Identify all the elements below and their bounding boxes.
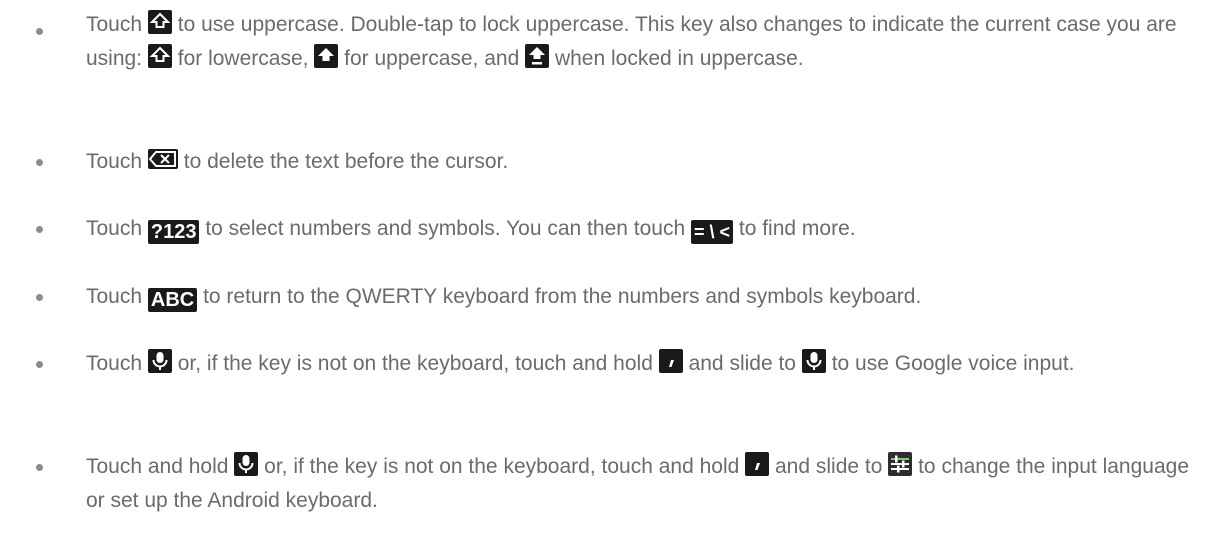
text-segment: Touch (86, 285, 143, 308)
comma-key-icon (658, 349, 683, 373)
microphone-icon (801, 349, 826, 373)
text-segment: for uppercase, and (344, 47, 520, 70)
comma-key-icon (745, 452, 770, 476)
text-segment: to delete the text before the cursor. (183, 150, 509, 173)
text-segment: to select numbers and symbols. You can t… (205, 217, 686, 240)
text-segment: Touch (86, 352, 143, 375)
text-segment: and slide to (774, 455, 883, 478)
text-segment: when locked in uppercase. (554, 47, 804, 70)
text-segment: to return to the QWERTY keyboard from th… (203, 285, 922, 308)
more-symbols-key-icon: = \ < (690, 220, 734, 244)
text-segment: Touch (86, 217, 143, 240)
bullet-dot (36, 294, 43, 301)
numbers-key-icon: ?123 (147, 220, 200, 244)
settings-sliders-icon (888, 452, 913, 476)
list-item-text: Touch and hold or, if the key is not on … (86, 450, 1190, 518)
shift-arrow-locked-icon (525, 44, 550, 68)
list-item-text: Touch or, if the key is not on the keybo… (86, 347, 1190, 381)
text-segment: Touch and hold (86, 455, 229, 478)
abc-key-icon: ABC (147, 288, 198, 312)
list-item-text: Touch to delete the text before the curs… (86, 145, 1190, 179)
bullet-dot (36, 28, 43, 35)
text-segment: Touch (86, 150, 143, 173)
text-segment: for lowercase, (177, 47, 309, 70)
bullet-dot (36, 159, 43, 166)
text-segment: to find more. (738, 217, 856, 240)
microphone-icon (147, 349, 172, 373)
bullet-dot (36, 464, 43, 471)
list-item-text: Touch to use uppercase. Double-tap to lo… (86, 8, 1190, 76)
shift-arrow-outline-icon (147, 44, 172, 68)
text-segment: or, if the key is not on the keyboard, t… (177, 352, 653, 375)
shift-arrow-outline-icon (147, 10, 172, 34)
microphone-icon (234, 452, 259, 476)
list-item-text: Touch ABC to return to the QWERTY keyboa… (86, 280, 1190, 314)
bullet-dot (36, 226, 43, 233)
list-item-text: Touch ?123 to select numbers and symbols… (86, 212, 1190, 246)
shift-arrow-filled-icon (314, 44, 339, 68)
backspace-icon (147, 149, 178, 169)
bullet-dot (36, 361, 43, 368)
text-segment: Touch (86, 13, 143, 36)
text-segment: and slide to (688, 352, 796, 375)
text-segment: or, if the key is not on the keyboard, t… (264, 455, 740, 478)
text-segment: to use Google voice input. (831, 352, 1075, 375)
